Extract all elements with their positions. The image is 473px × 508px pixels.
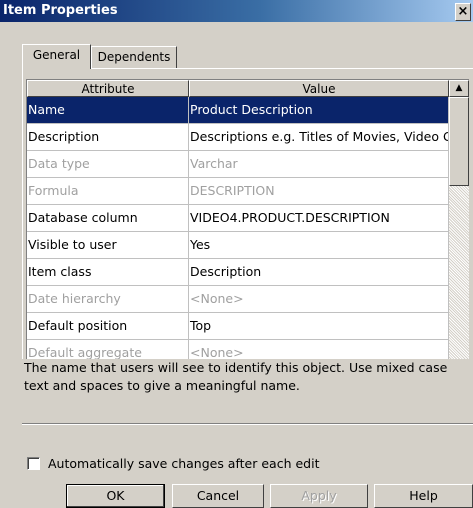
apply-button-label: Apply	[301, 488, 337, 503]
close-icon: ×	[457, 4, 469, 19]
autosave-checkbox[interactable]	[27, 456, 40, 470]
table-row[interactable]: Date hierarchy <None>	[27, 286, 449, 313]
arrow-up-icon: ▲	[455, 83, 463, 93]
column-header-value[interactable]: Value	[189, 80, 449, 97]
tab-dependents[interactable]: Dependents	[91, 46, 177, 68]
value-cell[interactable]: Yes	[189, 232, 449, 259]
attribute-cell[interactable]: Data type	[27, 151, 189, 178]
attribute-cell[interactable]: Database column	[27, 205, 189, 232]
attribute-description: The name that users will see to identify…	[22, 359, 473, 415]
tab-general-label: General	[32, 48, 81, 62]
tab-general[interactable]: General	[22, 44, 91, 69]
table-row[interactable]: Name Product Description	[27, 97, 449, 124]
apply-button[interactable]: Apply	[270, 484, 368, 508]
table-row[interactable]: Default position Top	[27, 313, 449, 340]
vertical-scrollbar[interactable]: ▲ ▼	[449, 80, 469, 379]
attribute-cell[interactable]: Description	[27, 124, 189, 151]
table-row[interactable]: Visible to user Yes	[27, 232, 449, 259]
scroll-thumb[interactable]	[449, 97, 469, 186]
grid-rows: Name Product Description Description Descri…	[27, 97, 449, 379]
value-cell[interactable]: Description	[189, 259, 449, 286]
cancel-button[interactable]: Cancel	[172, 484, 264, 508]
value-cell[interactable]: VIDEO4.PRODUCT.DESCRIPTION	[189, 205, 449, 232]
close-button[interactable]: ×	[455, 3, 471, 21]
grid-header: Attribute Value	[27, 80, 449, 97]
tab-dependents-label: Dependents	[97, 50, 171, 64]
value-cell[interactable]: DESCRIPTION	[189, 178, 449, 205]
ok-button-label: OK	[106, 488, 125, 503]
window-title: Item Properties	[3, 3, 118, 18]
title-bar: Item Properties ×	[0, 0, 473, 22]
help-button[interactable]: Help	[374, 484, 473, 508]
cancel-button-label: Cancel	[196, 488, 240, 503]
table-row[interactable]: Database column VIDEO4.PRODUCT.DESCRIPTIO…	[27, 205, 449, 232]
value-cell[interactable]: <None>	[189, 286, 449, 313]
attribute-cell[interactable]: Formula	[27, 178, 189, 205]
value-cell[interactable]: Product Description	[189, 97, 449, 124]
value-cell[interactable]: Varchar	[189, 151, 449, 178]
table-row[interactable]: Data type Varchar	[27, 151, 449, 178]
value-cell[interactable]: Descriptions e.g. Titles of Movies, Vide…	[189, 124, 449, 151]
autosave-option[interactable]: Automatically save changes after each ed…	[27, 455, 319, 471]
table-row[interactable]: Formula DESCRIPTION	[27, 178, 449, 205]
attribute-cell[interactable]: Name	[27, 97, 189, 124]
attribute-cell[interactable]: Visible to user	[27, 232, 189, 259]
attribute-cell[interactable]: Default position	[27, 313, 189, 340]
properties-grid[interactable]: Attribute Value Name Product Description D…	[26, 79, 469, 379]
divider	[22, 423, 473, 425]
autosave-label[interactable]: Automatically save changes after each ed…	[48, 456, 319, 471]
scroll-up-button[interactable]: ▲	[449, 80, 469, 97]
table-row[interactable]: Description Descriptions e.g. Titles of M…	[27, 124, 449, 151]
column-header-attribute[interactable]: Attribute	[27, 80, 189, 97]
attribute-cell[interactable]: Item class	[27, 259, 189, 286]
ok-button[interactable]: OK	[66, 484, 165, 508]
help-button-label: Help	[409, 488, 438, 503]
attribute-cell[interactable]: Date hierarchy	[27, 286, 189, 313]
table-row[interactable]: Item class Description	[27, 259, 449, 286]
value-cell[interactable]: Top	[189, 313, 449, 340]
